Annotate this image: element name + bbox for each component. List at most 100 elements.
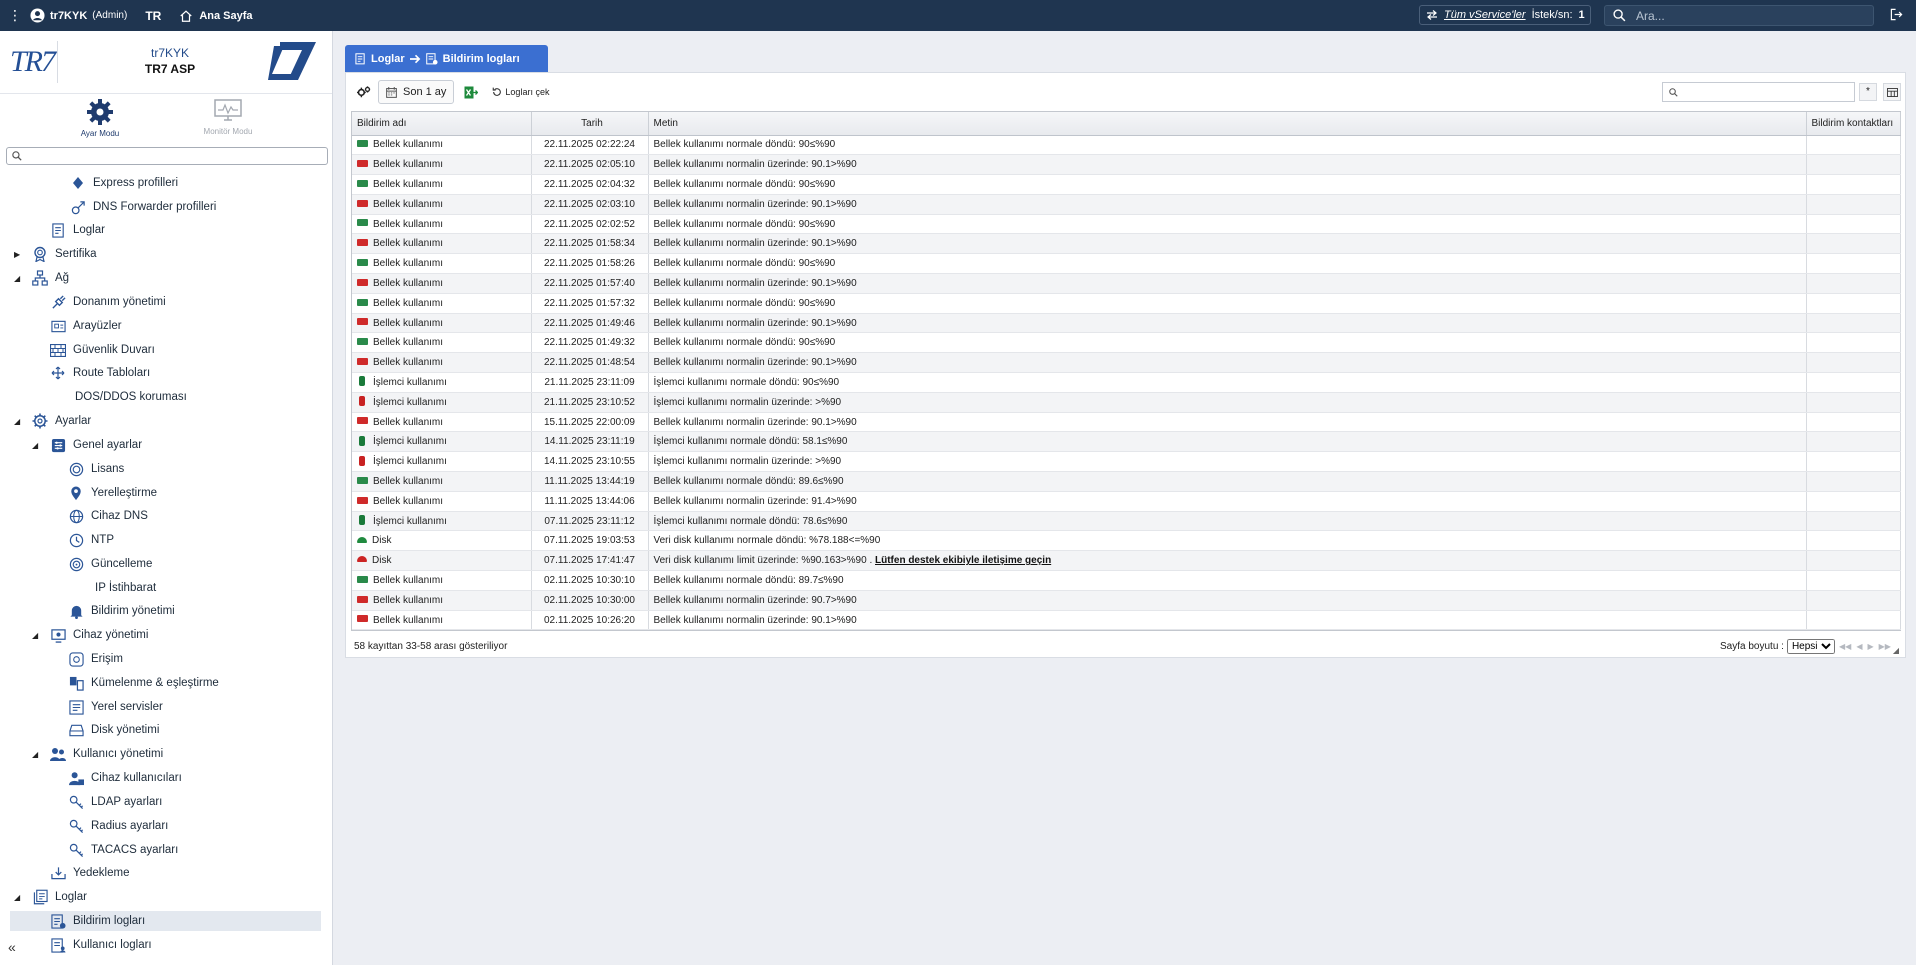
home-link[interactable]: Ana Sayfa (179, 9, 253, 23)
expand-arrow-icon[interactable]: ▶ (14, 250, 20, 259)
sidebar-item-disk-management[interactable]: Disk yönetimi (68, 720, 159, 740)
sidebar-item-tacacs[interactable]: TACACS ayarları (68, 840, 178, 860)
table-row[interactable]: İşlemci kullanımı 21.11.2025 23:10:52 İşle… (352, 392, 1901, 413)
table-row[interactable]: İşlemci kullanımı 07.11.2025 23:11:12 İşle… (352, 511, 1901, 532)
column-header-date[interactable]: Tarih (531, 112, 649, 136)
collapse-arrow-icon[interactable]: ◢ (32, 631, 38, 640)
sidebar-search[interactable] (6, 147, 328, 165)
first-page-icon[interactable]: ◀◀ (1839, 642, 1851, 651)
sidebar-search-input[interactable] (26, 150, 316, 162)
table-row[interactable]: Bellek kullanımı 22.11.2025 01:57:32 Belle… (352, 293, 1901, 314)
table-row[interactable]: Disk 07.11.2025 19:03:53 Veri disk kullanı… (352, 530, 1901, 552)
sidebar-item-notification-management[interactable]: Bildirim yönetimi (68, 601, 175, 621)
column-chooser-button[interactable] (1883, 83, 1901, 101)
table-row[interactable]: Bellek kullanımı 22.11.2025 02:03:10 Belle… (352, 194, 1901, 215)
sidebar-item-firewall[interactable]: Güvenlik Duvarı (50, 340, 155, 360)
page-size-select[interactable]: Hepsi (1786, 638, 1835, 654)
prev-page-icon[interactable]: ◀ (1856, 642, 1862, 651)
sidebar-item-localization[interactable]: Yerelleştirme (68, 483, 157, 503)
last-page-icon[interactable]: ▶▶ (1879, 642, 1891, 651)
sidebar-item-radius[interactable]: Radius ayarları (68, 816, 168, 836)
settings-mode[interactable]: Ayar Modu (60, 98, 140, 138)
sidebar-item-hardware[interactable]: Donanım yönetimi (50, 292, 166, 312)
status-icon (357, 556, 367, 563)
sidebar-item-route-tables[interactable]: Route Tabloları (50, 363, 150, 383)
table-row[interactable]: İşlemci kullanımı 14.11.2025 23:10:55 İşle… (352, 451, 1901, 473)
clear-filter-button[interactable]: * (1859, 83, 1877, 101)
table-row[interactable]: İşlemci kullanımı 21.11.2025 23:11:09 İşle… (352, 372, 1901, 393)
collapse-arrow-icon[interactable]: ◢ (14, 274, 20, 283)
sidebar-item-settings[interactable]: ◢ Ayarlar (14, 411, 91, 431)
table-row[interactable]: Bellek kullanımı 11.11.2025 13:44:06 Belle… (352, 491, 1901, 512)
breadcrumb-parent[interactable]: Loglar (371, 53, 405, 65)
service-link[interactable]: Tüm vService'ler (1444, 9, 1526, 21)
table-row[interactable]: Bellek kullanımı 22.11.2025 02:22:24 Belle… (352, 135, 1901, 156)
table-row[interactable]: Bellek kullanımı 22.11.2025 01:58:34 Belle… (352, 233, 1901, 255)
table-row[interactable]: Bellek kullanımı 22.11.2025 02:05:10 Belle… (352, 154, 1901, 176)
sidebar-item-notification-logs[interactable]: Bildirim logları (10, 911, 321, 931)
global-search[interactable] (1604, 5, 1874, 26)
table-row[interactable]: Disk 07.11.2025 17:41:47 Veri disk kullanı… (352, 550, 1901, 572)
sidebar-item-ntp[interactable]: NTP (68, 530, 114, 550)
settings-gears-icon[interactable] (357, 86, 371, 98)
table-row[interactable]: Bellek kullanımı 22.11.2025 01:49:32 Belle… (352, 332, 1901, 354)
sidebar-item-network[interactable]: ◢ Ağ (14, 268, 69, 288)
monitor-mode[interactable]: Monitör Modu (188, 98, 268, 136)
table-row[interactable]: Bellek kullanımı 22.11.2025 02:04:32 Belle… (352, 174, 1901, 195)
table-row[interactable]: Bellek kullanımı 22.11.2025 01:58:26 Belle… (352, 253, 1901, 275)
service-selector[interactable]: Tüm vService'ler İstek/sn: 1 (1419, 5, 1591, 25)
sidebar-item-interfaces[interactable]: Arayüzler (50, 316, 122, 336)
sidebar-item-backup[interactable]: Yedekleme (50, 863, 129, 883)
sidebar-item-access[interactable]: Erişim (68, 649, 123, 669)
sidebar-item-user-management[interactable]: ◢ Kullanıcı yönetimi (32, 744, 163, 764)
column-header-name[interactable]: Bildirim adı (352, 112, 532, 136)
sidebar-item-update[interactable]: Güncelleme (68, 554, 152, 574)
kebab-menu-icon[interactable]: ⋮ (0, 7, 30, 24)
date-range-button[interactable]: Son 1 ay (378, 80, 455, 104)
language-switch[interactable]: TR (145, 9, 161, 23)
sidebar-item-device-management[interactable]: ◢ Cihaz yönetimi (32, 625, 148, 645)
sidebar-item-clustering[interactable]: Kümelenme & eşleştirme (68, 673, 219, 693)
fetch-logs-button[interactable]: Logları çek (492, 87, 549, 97)
support-contact-link[interactable]: Lütfen destek ekibiyle iletişime geçin (875, 555, 1051, 566)
sidebar-item-ip-intelligence[interactable]: IP İstihbarat (95, 578, 156, 598)
sidebar-item-device-users[interactable]: Cihaz kullanıcıları (68, 768, 182, 788)
table-row[interactable]: İşlemci kullanımı 14.11.2025 23:11:19 İşle… (352, 431, 1901, 453)
column-header-text[interactable]: Metin (648, 112, 1807, 136)
table-row[interactable]: Bellek kullanımı 22.11.2025 01:49:46 Belle… (352, 313, 1901, 334)
logout-icon[interactable] (1890, 8, 1903, 21)
collapse-arrow-icon[interactable]: ◢ (32, 441, 38, 450)
collapse-arrow-icon[interactable]: ◢ (14, 893, 20, 902)
table-row[interactable]: Bellek kullanımı 22.11.2025 02:02:52 Belle… (352, 214, 1901, 235)
grid-search-input[interactable] (1683, 86, 1853, 98)
sidebar-item-dns-forwarder[interactable]: DNS Forwarder profilleri (70, 197, 216, 217)
table-row[interactable]: Bellek kullanımı 02.11.2025 10:26:20 Belle… (352, 610, 1901, 631)
table-row[interactable]: Bellek kullanımı 02.11.2025 10:30:00 Belle… (352, 590, 1901, 611)
user-menu[interactable]: tr7KYK (Admin) (30, 8, 127, 23)
collapse-arrow-icon[interactable]: ◢ (14, 417, 20, 426)
table-row[interactable]: Bellek kullanımı 02.11.2025 10:30:10 Belle… (352, 570, 1901, 591)
sidebar-item-logs-sub[interactable]: Loglar (50, 220, 105, 240)
sidebar-item-dos-protection[interactable]: DOS/DDOS koruması (75, 387, 187, 407)
resize-handle-icon[interactable]: ◢ (1893, 646, 1899, 655)
table-row[interactable]: Bellek kullanımı 15.11.2025 22:00:09 Belle… (352, 412, 1901, 433)
grid-search[interactable] (1662, 82, 1855, 102)
sidebar-item-logs[interactable]: ◢ Loglar (14, 887, 87, 907)
export-excel-icon[interactable] (464, 86, 479, 99)
sidebar-item-license[interactable]: Lisans (68, 459, 124, 479)
global-search-input[interactable] (1636, 8, 1836, 23)
table-row[interactable]: Bellek kullanımı 22.11.2025 01:57:40 Belle… (352, 273, 1901, 294)
sidebar-item-local-services[interactable]: Yerel servisler (68, 697, 163, 717)
sidebar-item-user-logs[interactable]: Kullanıcı logları (50, 935, 152, 955)
collapse-arrow-icon[interactable]: ◢ (32, 750, 38, 759)
sidebar-item-general-settings[interactable]: ◢ Genel ayarlar (32, 435, 142, 455)
sidebar-item-device-dns[interactable]: Cihaz DNS (68, 506, 148, 526)
next-page-icon[interactable]: ▶ (1867, 642, 1873, 651)
sidebar-item-express-profiles[interactable]: Express profilleri (70, 173, 178, 193)
table-row[interactable]: Bellek kullanımı 11.11.2025 13:44:19 Belle… (352, 471, 1901, 492)
collapse-sidebar-icon[interactable]: « (8, 939, 16, 955)
sidebar-item-certificate[interactable]: ▶ Sertifika (14, 244, 97, 264)
column-header-contacts[interactable]: Bildirim kontaktları (1806, 112, 1901, 136)
sidebar-item-ldap[interactable]: LDAP ayarları (68, 792, 162, 812)
table-row[interactable]: Bellek kullanımı 22.11.2025 01:48:54 Belle… (352, 352, 1901, 374)
